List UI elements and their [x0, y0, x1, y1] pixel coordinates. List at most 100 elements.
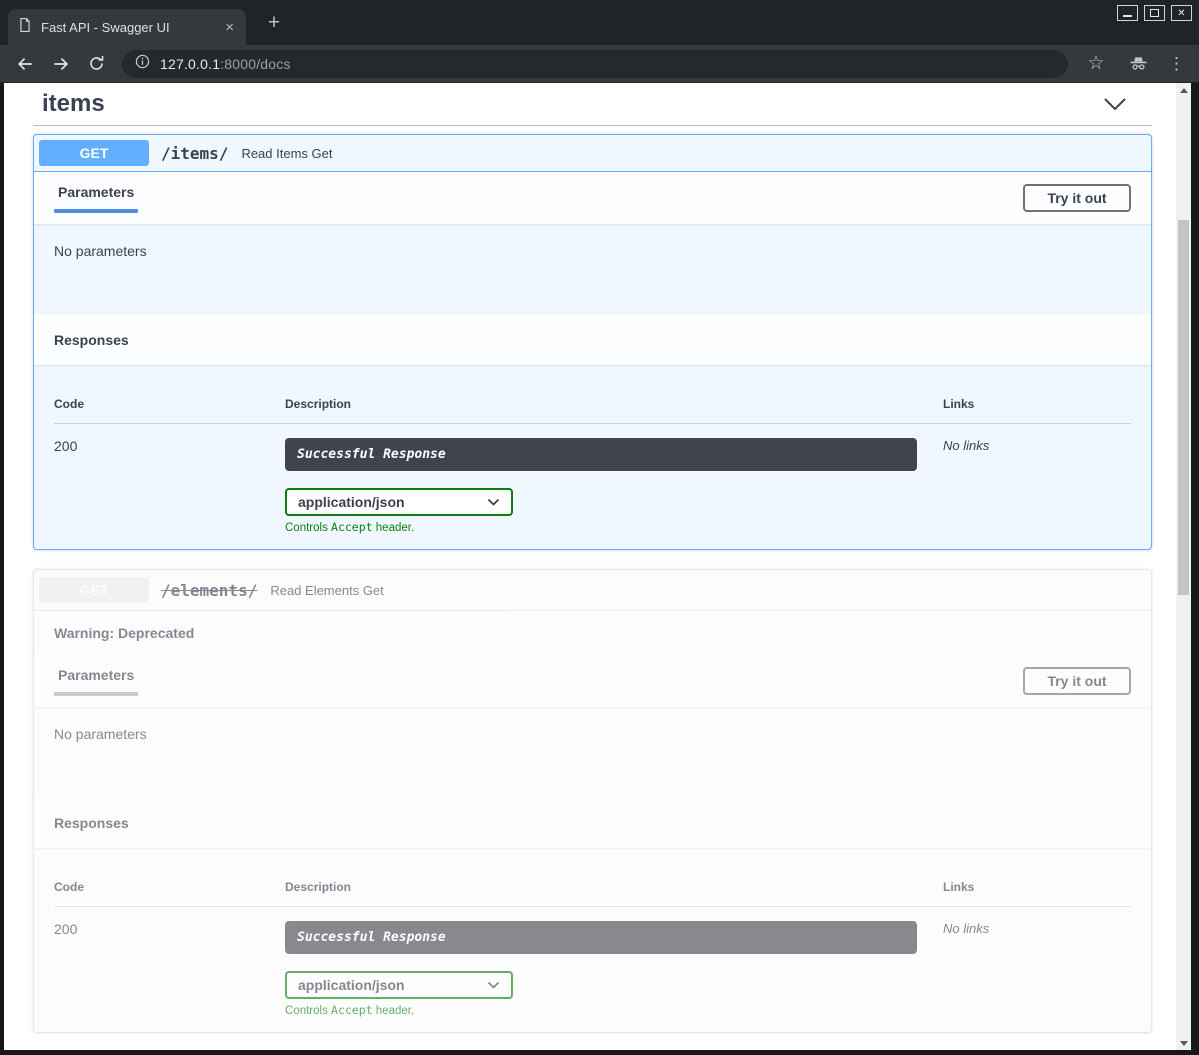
media-type-value: application/json	[298, 494, 405, 510]
media-type-value: application/json	[298, 977, 405, 993]
scrollbar-thumb[interactable]	[1178, 220, 1189, 595]
minimize-icon	[1123, 15, 1132, 17]
media-type-select[interactable]: application/json	[285, 488, 513, 516]
scrollbar-down-button[interactable]	[1176, 1036, 1191, 1050]
scroll-up-icon	[1180, 88, 1188, 93]
url-host: 127.0.0.1	[160, 56, 220, 72]
window-close-button[interactable]: ✕	[1171, 5, 1192, 21]
back-button[interactable]	[13, 52, 37, 76]
browser-menu-button[interactable]: ⋮	[1168, 55, 1185, 72]
no-parameters-text: No parameters	[34, 707, 1151, 797]
window-controls: ✕	[1117, 5, 1192, 21]
tab-close-icon[interactable]: ×	[223, 20, 236, 35]
column-header-links: Links	[943, 397, 1131, 411]
url-path: :8000/docs	[220, 56, 291, 72]
browser-toolbar: 127.0.0.1:8000/docs ☆ ⋮	[0, 45, 1199, 83]
endpoint-path: /elements/	[161, 581, 257, 600]
scrollbar-up-button[interactable]	[1176, 83, 1191, 97]
url-text: 127.0.0.1:8000/docs	[160, 56, 291, 72]
column-header-links: Links	[943, 880, 1131, 894]
site-info-icon[interactable]	[134, 53, 151, 75]
accept-note-code: Accept	[331, 520, 373, 534]
response-description-cell: Successful Response application/json Con…	[285, 438, 943, 534]
chevron-down-icon	[1103, 97, 1127, 111]
parameters-section-header: Parameters Try it out	[34, 655, 1151, 707]
responses-table: Code Description Links 200 Successful Re…	[34, 848, 1151, 1032]
accept-note-prefix: Controls	[285, 522, 331, 534]
swagger-ui: items GET /items/ Read Items Get Paramet…	[33, 83, 1152, 1033]
tag-title: items	[42, 90, 105, 118]
parameters-tab[interactable]: Parameters	[54, 184, 138, 213]
response-row: 200 Successful Response application/json…	[54, 424, 1131, 534]
browser-titlebar: Fast API - Swagger UI × + ✕	[0, 0, 1199, 45]
try-it-out-button[interactable]: Try it out	[1023, 667, 1131, 695]
window-minimize-button[interactable]	[1117, 5, 1138, 21]
incognito-badge	[1126, 52, 1150, 76]
parameters-tab-label: Parameters	[54, 667, 138, 683]
column-header-description: Description	[285, 880, 943, 894]
column-header-code: Code	[54, 880, 285, 894]
active-tab-underline	[54, 692, 138, 696]
tag-divider	[33, 125, 1152, 126]
parameters-tab-label: Parameters	[54, 184, 138, 200]
responses-section-header: Responses	[34, 797, 1151, 848]
response-description: Successful Response	[285, 438, 917, 471]
response-links: No links	[943, 438, 1131, 534]
opblock-get-items: GET /items/ Read Items Get Parameters Tr…	[33, 134, 1152, 550]
response-links: No links	[943, 921, 1131, 1017]
reload-icon	[87, 54, 106, 73]
opblock-summary[interactable]: GET /items/ Read Items Get	[34, 135, 1151, 172]
back-arrow-icon	[15, 54, 35, 74]
endpoint-summary: Read Items Get	[241, 146, 332, 161]
page-scrollbar[interactable]	[1176, 83, 1191, 1050]
responses-table-header: Code Description Links	[54, 397, 1131, 424]
response-description-cell: Successful Response application/json Con…	[285, 921, 943, 1017]
active-tab-underline	[54, 209, 138, 213]
accept-header-note: Controls Accept header.	[285, 520, 943, 534]
column-header-description: Description	[285, 397, 943, 411]
new-tab-button[interactable]: +	[262, 12, 286, 36]
accept-note-prefix: Controls	[285, 1005, 331, 1017]
browser-tab[interactable]: Fast API - Swagger UI ×	[8, 9, 246, 45]
maximize-icon	[1150, 9, 1159, 17]
no-parameters-text: No parameters	[34, 224, 1151, 314]
select-chevron-icon	[487, 981, 500, 990]
responses-title: Responses	[54, 332, 129, 348]
responses-table-header: Code Description Links	[54, 880, 1131, 907]
response-row: 200 Successful Response application/json…	[54, 907, 1131, 1017]
select-chevron-icon	[487, 498, 500, 507]
accept-note-suffix: header.	[373, 522, 415, 534]
responses-section-header: Responses	[34, 314, 1151, 365]
endpoint-path: /items/	[161, 144, 228, 163]
bookmark-star-icon: ☆	[1087, 54, 1104, 73]
response-code: 200	[54, 438, 285, 534]
media-type-select[interactable]: application/json	[285, 971, 513, 999]
method-badge: GET	[39, 577, 149, 603]
responses-table: Code Description Links 200 Successful Re…	[34, 365, 1151, 549]
response-description: Successful Response	[285, 921, 917, 954]
try-it-out-button[interactable]: Try it out	[1023, 184, 1131, 212]
responses-title: Responses	[54, 815, 129, 831]
parameters-section-header: Parameters Try it out	[34, 172, 1151, 224]
forward-arrow-icon	[51, 54, 71, 74]
menu-dots-icon: ⋮	[1168, 54, 1185, 73]
endpoint-summary: Read Elements Get	[270, 583, 383, 598]
opblock-get-elements-deprecated: GET /elements/ Read Elements Get Warning…	[33, 569, 1152, 1033]
column-header-code: Code	[54, 397, 285, 411]
deprecated-warning: Warning: Deprecated	[34, 611, 1151, 655]
incognito-icon	[1128, 53, 1149, 74]
tab-favicon-document-icon	[18, 17, 32, 38]
opblock-summary[interactable]: GET /elements/ Read Elements Get	[34, 570, 1151, 611]
bookmark-button[interactable]: ☆	[1084, 52, 1108, 76]
accept-header-note: Controls Accept header.	[285, 1003, 943, 1017]
tag-section-header[interactable]: items	[33, 91, 1152, 117]
url-bar[interactable]: 127.0.0.1:8000/docs	[122, 50, 1068, 78]
page-content: items GET /items/ Read Items Get Paramet…	[4, 83, 1191, 1050]
scroll-down-icon	[1180, 1041, 1188, 1046]
accept-note-suffix: header.	[373, 1005, 415, 1017]
method-badge: GET	[39, 140, 149, 166]
reload-button[interactable]	[84, 52, 108, 76]
window-maximize-button[interactable]	[1144, 5, 1165, 21]
parameters-tab[interactable]: Parameters	[54, 667, 138, 696]
forward-button[interactable]	[49, 52, 73, 76]
